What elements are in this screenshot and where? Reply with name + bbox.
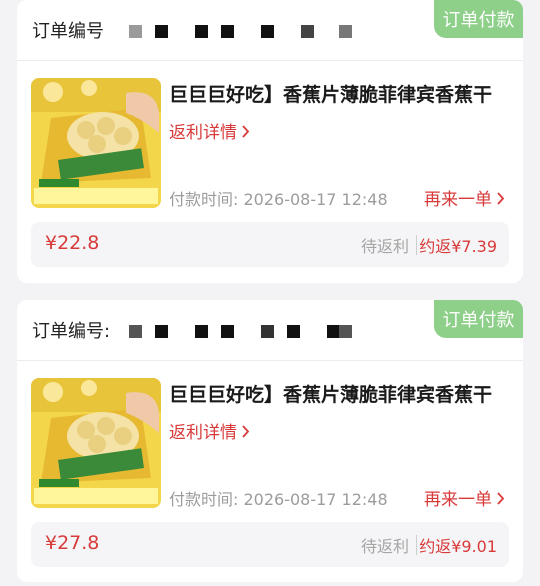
rebate-details-link[interactable]: 返利详情 (169, 418, 250, 443)
order-summary-bar: ¥22.8 待返利 约返¥7.39 (31, 222, 509, 267)
chevron-right-icon (241, 423, 250, 443)
buy-again-button[interactable]: 再来一单 (424, 185, 505, 210)
buy-again-button[interactable]: 再来一单 (424, 485, 505, 510)
order-status-badge: 订单付款 (434, 0, 523, 38)
order-status-badge: 订单付款 (434, 300, 523, 338)
banana-chips-image (31, 78, 161, 208)
buy-again-label: 再来一单 (424, 190, 492, 210)
estimated-rebate: 约返¥9.01 (419, 537, 497, 556)
order-number-label: 订单编号 (32, 21, 104, 42)
order-price: ¥27.8 (45, 532, 100, 554)
product-image[interactable] (31, 378, 161, 508)
divider (416, 535, 417, 555)
order-card[interactable]: 订单编号 订单付款 巨巨巨好吃】香蕉片薄脆菲律宾香蕉干 返利详情 付款时间: 2… (17, 0, 523, 283)
banana-chips-image (31, 378, 161, 508)
rebate-details-label: 返利详情 (169, 123, 237, 143)
buy-again-label: 再来一单 (424, 490, 492, 510)
product-title[interactable]: 巨巨巨好吃】香蕉片薄脆菲律宾香蕉干 (169, 80, 509, 107)
chevron-right-icon (241, 123, 250, 143)
redacted-order-number (129, 25, 369, 39)
rebate-details-label: 返利详情 (169, 423, 237, 443)
rebate-status: 待返利 (360, 237, 409, 256)
order-header: 订单编号 订单付款 (17, 0, 523, 61)
redacted-order-number (129, 325, 369, 339)
chevron-right-icon (496, 490, 505, 510)
chevron-right-icon (496, 190, 505, 210)
order-card[interactable]: 订单编号: 订单付款 巨巨巨好吃】香蕉片薄脆菲律宾香蕉干 返利详情 付款时间: … (17, 300, 523, 582)
order-header: 订单编号: 订单付款 (17, 300, 523, 361)
estimated-rebate: 约返¥7.39 (419, 237, 497, 256)
product-image[interactable] (31, 78, 161, 208)
order-summary-bar: ¥27.8 待返利 约返¥9.01 (31, 522, 509, 567)
payment-time: 付款时间: 2026-08-17 12:48 (169, 490, 388, 509)
order-number-label: 订单编号: (32, 321, 111, 342)
rebate-status: 待返利 (360, 537, 409, 556)
payment-time: 付款时间: 2026-08-17 12:48 (169, 190, 388, 209)
divider (416, 235, 417, 255)
order-price: ¥22.8 (45, 232, 100, 254)
product-title[interactable]: 巨巨巨好吃】香蕉片薄脆菲律宾香蕉干 (169, 380, 509, 407)
rebate-details-link[interactable]: 返利详情 (169, 118, 250, 143)
